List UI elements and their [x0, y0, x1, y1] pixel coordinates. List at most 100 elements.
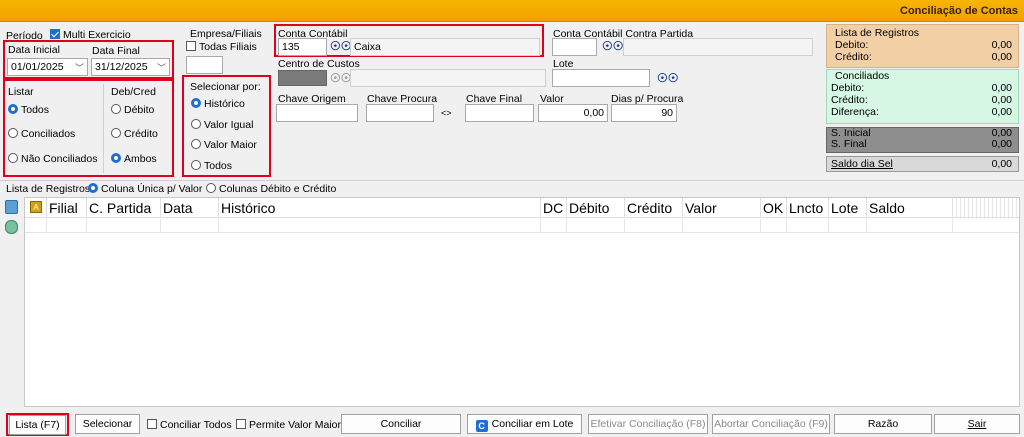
- data-final-label: Data Final: [92, 45, 140, 57]
- records-grid[interactable]: A Filial C. Partida Data Histórico DC Dé…: [24, 197, 1020, 407]
- saldo-dia-value: 0,00: [991, 158, 1012, 170]
- export-icon[interactable]: [5, 200, 18, 214]
- debito-value: 0,00: [991, 39, 1012, 51]
- conciliados-summary: Conciliados Debito: 0,00 Crédito: 0,00 Dif…: [826, 69, 1019, 124]
- listar-option-nao-conciliados[interactable]: Não Conciliados: [8, 153, 97, 165]
- grid-col-credito[interactable]: Crédito: [625, 198, 683, 217]
- radio-icon: [111, 104, 121, 114]
- contra-partida-code-input[interactable]: [552, 38, 597, 56]
- deb-cred-label: Deb/Cred: [111, 86, 156, 98]
- diferenca-label: Diferença:: [831, 106, 879, 118]
- grid-col-filial[interactable]: Filial: [47, 198, 87, 217]
- binoculars-search-icon[interactable]: ☉☉: [657, 71, 679, 85]
- conciliar-todos-checkbox[interactable]: Conciliar Todos: [147, 419, 232, 431]
- grid-col-c-partida[interactable]: C. Partida: [87, 198, 161, 217]
- selecionar-option-valor-maior[interactable]: Valor Maior: [191, 139, 257, 151]
- colunas-debito-credito-option[interactable]: Colunas Débito e Crédito: [206, 183, 336, 195]
- selecionar-option-historico[interactable]: Histórico: [191, 98, 245, 110]
- divider: [103, 84, 104, 173]
- conc-debito-label: Debito:: [831, 82, 865, 94]
- todas-filiais-checkbox[interactable]: Todas Filiais: [186, 41, 257, 53]
- grid-col-valor[interactable]: Valor: [683, 198, 761, 217]
- checkbox-icon: [186, 41, 196, 51]
- abortar-conciliacao-button[interactable]: Abortar Conciliação (F9): [712, 414, 830, 434]
- refresh-icon[interactable]: [5, 220, 18, 234]
- radio-icon: [206, 183, 216, 193]
- grid-col-historico[interactable]: Histórico: [219, 198, 541, 217]
- swap-keys-icon[interactable]: <>: [441, 108, 452, 118]
- s-final-label: S. Final: [831, 138, 867, 150]
- saldo-summary: S. Inicial 0,00 S. Final 0,00: [826, 127, 1019, 153]
- deb-cred-option-debito[interactable]: Débito: [111, 104, 154, 116]
- grid-col-data[interactable]: Data: [161, 198, 219, 217]
- selecionar-option-todos[interactable]: Todos: [191, 160, 232, 172]
- data-inicial-label: Data Inicial: [8, 44, 60, 56]
- table-row[interactable]: [25, 219, 1019, 233]
- valor-input[interactable]: 0,00: [538, 104, 608, 122]
- grid-col-ok[interactable]: OK: [761, 198, 787, 217]
- lista-registros-summary: Lista de Registros Debito: 0,00 Crédito: 0…: [826, 24, 1019, 68]
- window-title: Conciliação de Contas: [900, 5, 1018, 17]
- empresa-label: Empresa/Filiais: [190, 28, 262, 40]
- selecionar-por-label: Selecionar por:: [190, 81, 261, 93]
- conciliar-lote-button[interactable]: C Conciliar em Lote: [467, 414, 582, 434]
- lista-registros-label: Lista de Registros: [6, 183, 91, 195]
- conc-credito-label: Crédito:: [831, 94, 868, 106]
- centro-custos-label: Centro de Custos: [278, 58, 360, 70]
- coluna-unica-option[interactable]: Coluna Única p/ Valor: [88, 183, 202, 195]
- chave-origem-input[interactable]: [276, 104, 358, 122]
- listar-label: Listar: [8, 86, 34, 98]
- radio-icon: [111, 128, 121, 138]
- grid-col-debito[interactable]: Débito: [567, 198, 625, 217]
- selecionar-button[interactable]: Selecionar: [75, 414, 140, 434]
- radio-icon: [191, 160, 201, 170]
- conciliados-title: Conciliados: [835, 70, 890, 82]
- radio-selected-icon: [88, 183, 98, 193]
- title-bar: Conciliação de Contas: [0, 0, 1024, 22]
- section-divider: [0, 180, 1024, 181]
- lista-registros-title: Lista de Registros: [835, 27, 920, 39]
- data-inicial-picker[interactable]: 01/01/2025 ﹀: [7, 58, 88, 76]
- grid-header: A Filial C. Partida Data Histórico DC Dé…: [25, 198, 1019, 218]
- grid-col-filler: [953, 198, 1019, 217]
- chevron-down-icon: ﹀: [156, 63, 166, 73]
- radio-icon: [8, 153, 18, 163]
- conciliar-button[interactable]: Conciliar: [341, 414, 461, 434]
- sair-button[interactable]: Sair: [934, 414, 1020, 434]
- diferenca-value: 0,00: [991, 106, 1012, 118]
- checkbox-icon: [147, 419, 157, 429]
- grid-col-saldo[interactable]: Saldo: [867, 198, 953, 217]
- empresa-input[interactable]: [186, 56, 223, 74]
- razao-button[interactable]: Razão: [834, 414, 932, 434]
- grid-col-lote[interactable]: Lote: [829, 198, 867, 217]
- radio-icon: [8, 128, 18, 138]
- conta-contabil-code-input[interactable]: 135: [278, 38, 327, 56]
- conc-credito-value: 0,00: [991, 94, 1012, 106]
- centro-custos-code-input[interactable]: [278, 70, 327, 86]
- deb-cred-option-ambos[interactable]: Ambos: [111, 153, 157, 165]
- lote-input[interactable]: [552, 69, 650, 87]
- selecionar-option-valor-igual[interactable]: Valor Igual: [191, 119, 253, 131]
- debito-label: Debito:: [835, 39, 869, 51]
- chave-final-input[interactable]: [465, 104, 534, 122]
- chevron-down-icon: ﹀: [74, 63, 84, 73]
- binoculars-search-icon[interactable]: ☉☉: [330, 39, 352, 53]
- sort-a-icon[interactable]: A: [30, 201, 42, 213]
- efetivar-conciliacao-button[interactable]: Efetivar Conciliação (F8): [588, 414, 708, 434]
- listar-option-todos[interactable]: Todos: [8, 104, 49, 116]
- listar-option-conciliados[interactable]: Conciliados: [8, 128, 75, 140]
- lista-button[interactable]: Lista (F7): [9, 415, 66, 435]
- conciliar-lote-icon: C: [475, 420, 488, 432]
- permite-valor-maior-checkbox[interactable]: Permite Valor Maior: [236, 419, 341, 431]
- radio-selected-icon: [111, 153, 121, 163]
- binoculars-search-icon[interactable]: ☉☉: [602, 39, 624, 53]
- checkbox-icon: [236, 419, 246, 429]
- grid-col-lncto[interactable]: Lncto: [787, 198, 829, 217]
- chave-procura-input[interactable]: [366, 104, 434, 122]
- grid-indicator-cell: A: [25, 198, 47, 217]
- deb-cred-option-credito[interactable]: Crédito: [111, 128, 158, 140]
- conta-contabil-name-field: Caixa: [350, 38, 540, 56]
- data-final-picker[interactable]: 31/12/2025 ﹀: [91, 58, 170, 76]
- dias-procura-input[interactable]: 90: [611, 104, 677, 122]
- grid-col-dc[interactable]: DC: [541, 198, 567, 217]
